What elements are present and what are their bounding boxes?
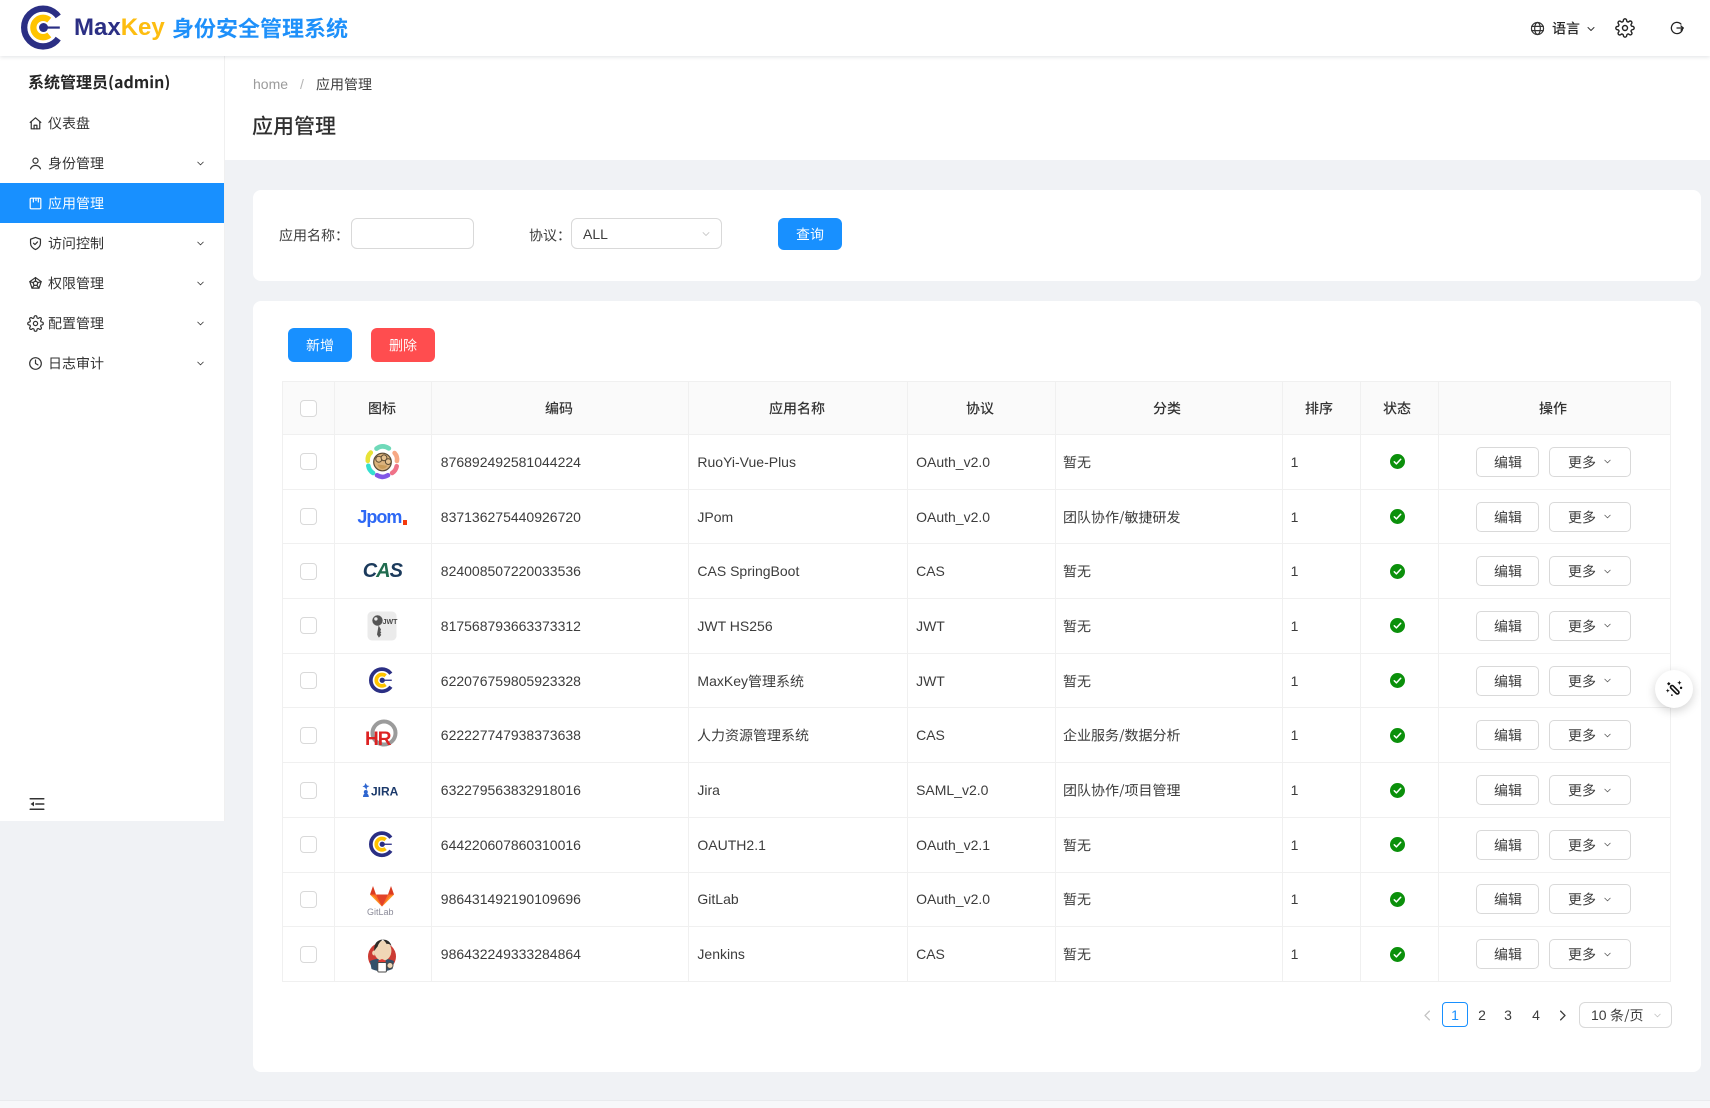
svg-text:HR: HR [365,729,392,750]
svg-text:JWT: JWT [383,619,399,626]
svg-text:GitLab: GitLab [367,907,394,917]
svg-text:JIRA: JIRA [371,785,399,799]
